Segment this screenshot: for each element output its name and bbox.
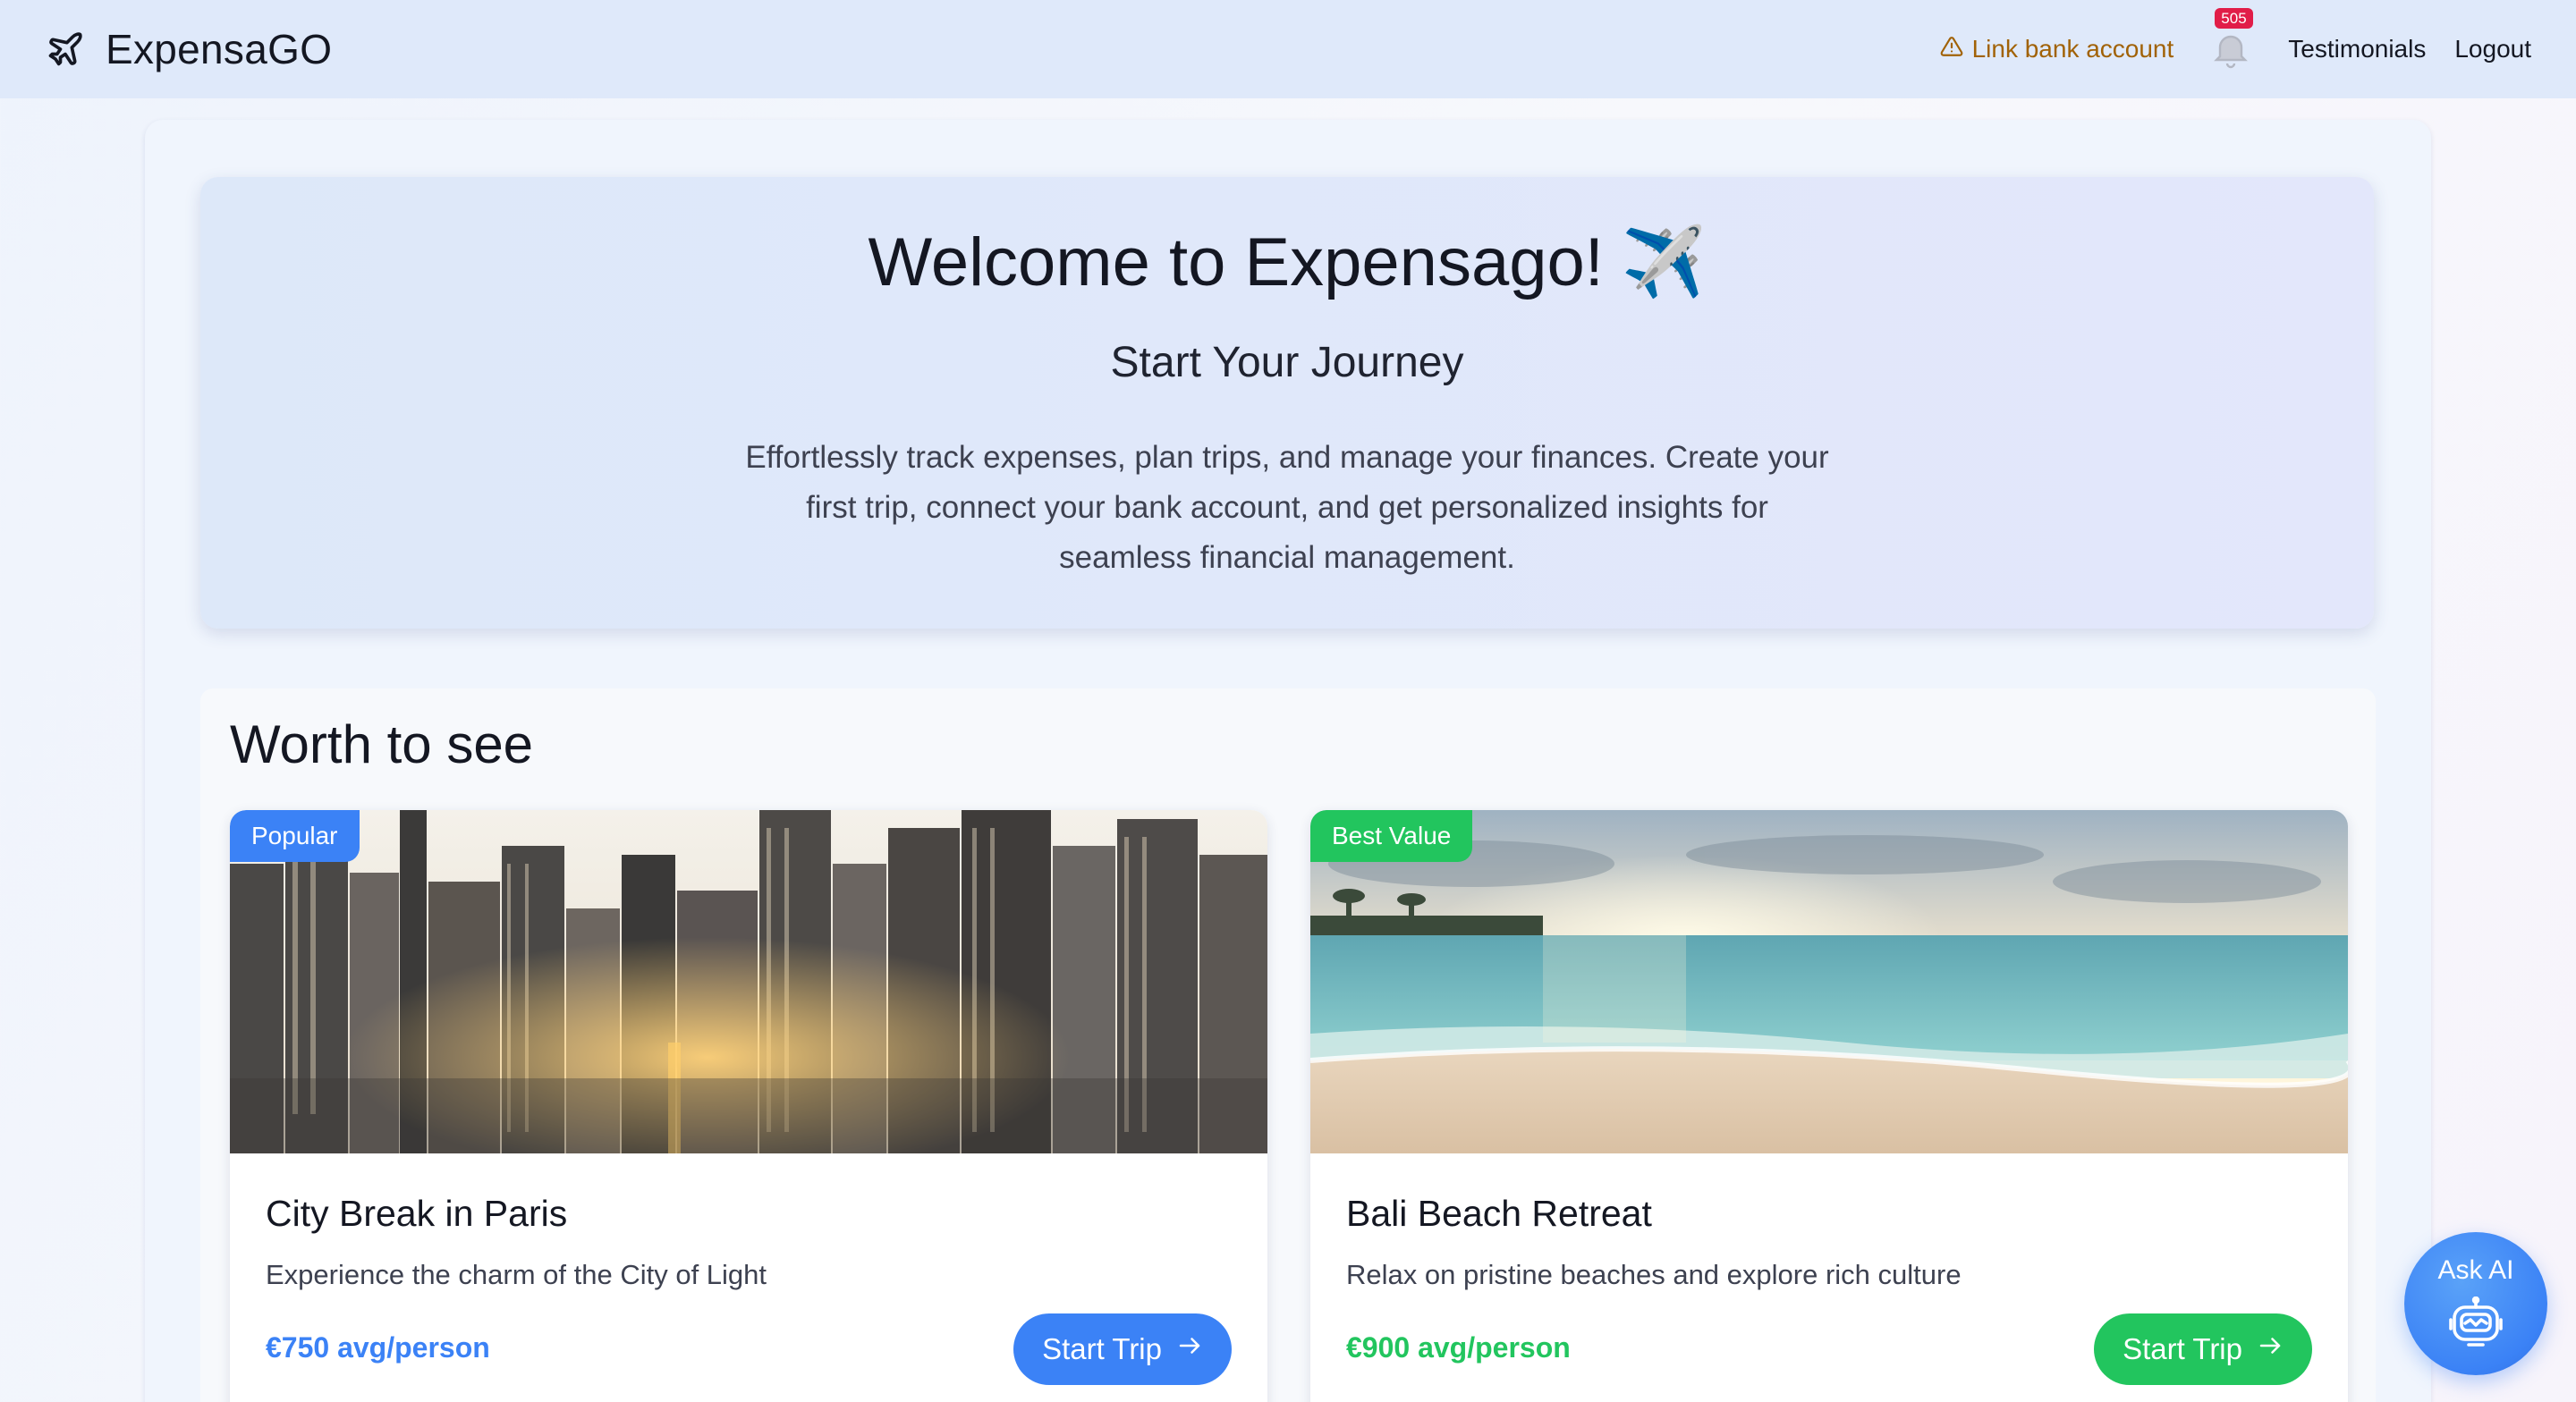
ask-ai-button[interactable]: Ask AI — [2404, 1232, 2547, 1375]
link-bank-account-link[interactable]: Link bank account — [1940, 35, 2174, 64]
arrow-right-icon — [1176, 1332, 1203, 1366]
arrow-right-icon — [2257, 1332, 2284, 1366]
popular-badge: Popular — [230, 810, 360, 862]
hero-title: Welcome to Expensago! ✈️ — [200, 222, 2374, 302]
card-description: Experience the charm of the City of Ligh… — [266, 1259, 767, 1290]
robot-icon — [2445, 1296, 2506, 1355]
ask-ai-label: Ask AI — [2437, 1255, 2514, 1285]
warning-triangle-icon — [1940, 35, 1963, 64]
brand-name: ExpensaGO — [106, 26, 333, 72]
card-description: Relax on pristine beaches and explore ri… — [1346, 1259, 1962, 1290]
logout-link[interactable]: Logout — [2454, 35, 2531, 63]
best-value-badge: Best Value — [1310, 810, 1473, 862]
nav-links: Link bank account 505 Testimonials Logou… — [1940, 8, 2531, 74]
notifications-button[interactable]: 505 — [2209, 8, 2253, 74]
card-title: City Break in Paris — [266, 1193, 568, 1234]
section-title: Worth to see — [230, 714, 534, 774]
start-trip-label: Start Trip — [1042, 1332, 1162, 1365]
start-trip-label: Start Trip — [2123, 1332, 2242, 1365]
trip-card-bali[interactable]: Best Value Bali Beach Retreat Relax on p… — [1310, 810, 2348, 1402]
start-trip-button[interactable]: Start Trip — [2094, 1313, 2312, 1385]
top-navbar: ExpensaGO Link bank account 505 Testimon… — [0, 0, 2576, 98]
worth-to-see-section: Worth to see Popular City Break in Paris… — [200, 688, 2376, 1402]
hero-subtitle: Start Your Journey — [1110, 339, 1464, 386]
plane-icon — [45, 29, 86, 70]
card-title: Bali Beach Retreat — [1346, 1193, 1652, 1234]
airplane-emoji-icon: ✈️ — [1621, 224, 1707, 300]
bell-icon — [2209, 35, 2252, 74]
welcome-hero: Welcome to Expensago! ✈️ Start Your Jour… — [200, 177, 2374, 629]
start-trip-button[interactable]: Start Trip — [1013, 1313, 1232, 1385]
city-skyline-photo — [230, 810, 1267, 1153]
brand[interactable]: ExpensaGO — [45, 25, 332, 73]
card-price: €900 avg/person — [1346, 1331, 1571, 1364]
beach-sunset-photo — [1310, 810, 2348, 1153]
trip-card-paris[interactable]: Popular City Break in Paris Experience t… — [230, 810, 1267, 1402]
main-panel: Welcome to Expensago! ✈️ Start Your Jour… — [145, 120, 2431, 1402]
hero-title-text: Welcome to Expensago! — [868, 224, 1604, 300]
testimonials-link[interactable]: Testimonials — [2288, 35, 2426, 63]
link-bank-account-label: Link bank account — [1971, 35, 2174, 63]
notification-count-badge: 505 — [2215, 8, 2253, 29]
card-price: €750 avg/person — [266, 1331, 490, 1364]
hero-description: Effortlessly track expenses, plan trips,… — [745, 440, 1829, 575]
